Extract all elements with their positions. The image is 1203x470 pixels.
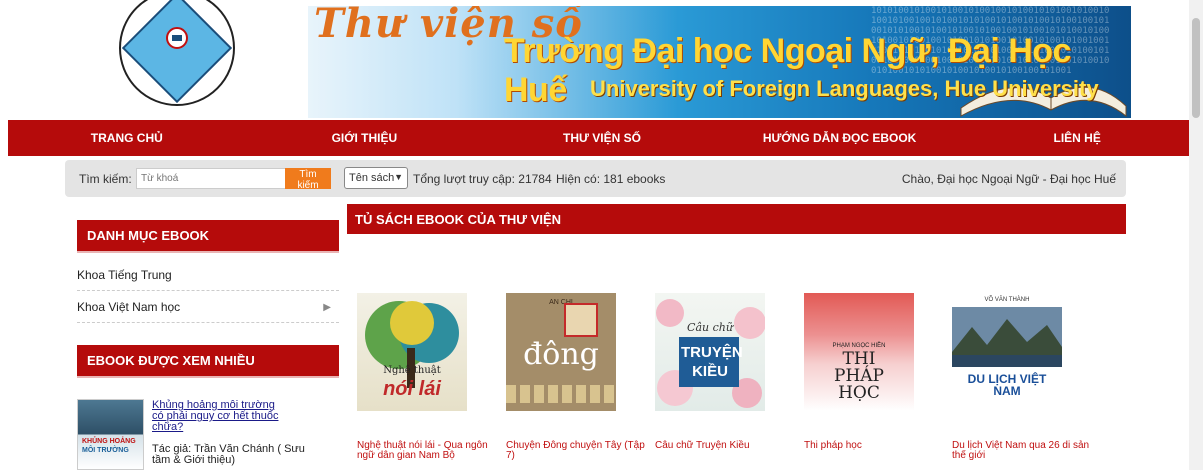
- category-item[interactable]: Khoa Việt Nam học ▶: [77, 292, 339, 323]
- cover-text: THI PHÁP HỌC: [834, 349, 884, 403]
- banner-graphic: 1010100101001010010100100101001010100101…: [308, 6, 1131, 118]
- book-title[interactable]: Câu chữ Truyện Kiều: [655, 441, 795, 451]
- book-card: Câu chữ TRUYỆN KIỀU Câu chữ Truyện Kiều: [655, 293, 795, 451]
- pattern-strip: [506, 385, 616, 403]
- search-type-value: Tên sách: [349, 172, 395, 184]
- search-button[interactable]: Tìm kiếm: [285, 168, 331, 191]
- category-label: Khoa Tiếng Trung: [77, 268, 172, 282]
- book-cover[interactable]: Câu chữ TRUYỆN KIỀU: [655, 293, 765, 411]
- book-card: PHẠM NGỌC HIỀN THI PHÁP HỌC Thi pháp học: [804, 293, 944, 451]
- scrollbar-thumb[interactable]: [1192, 18, 1200, 118]
- search-type-select[interactable]: Tên sách ▼: [344, 167, 408, 189]
- book-card: AN CHI đông Chuyện Đông chuyện Tây (Tập …: [506, 293, 646, 461]
- search-bar: Tìm kiếm: Tìm kiếm Tên sách ▼ Tổng lượt …: [65, 160, 1126, 197]
- main-nav: TRANG CHỦ GIỚI THIỆU THƯ VIỆN SỐ HƯỚNG D…: [8, 120, 1196, 156]
- nav-ebook-guide[interactable]: HƯỚNG DẪN ĐỌC EBOOK: [721, 120, 959, 156]
- book-card: Nghệ thuật nói lái Nghệ thuật nói lái - …: [357, 293, 497, 461]
- book-card: VÕ VĂN THÀNH DU LỊCH VIỆT NAM Du lịch Vi…: [952, 293, 1092, 461]
- book-cover[interactable]: Nghệ thuật nói lái: [357, 293, 467, 411]
- cover-text: AN CHI: [549, 299, 573, 306]
- book-cover[interactable]: VÕ VĂN THÀNH DU LỊCH VIỆT NAM: [952, 293, 1062, 411]
- book-cover[interactable]: AN CHI đông: [506, 293, 616, 411]
- library-heading: TỦ SÁCH EBOOK CỦA THƯ VIỆN: [347, 204, 1126, 234]
- cover-text: MÔI TRƯỜNG: [82, 447, 129, 454]
- user-greeting: Chào, Đại học Ngoại Ngữ - Đại học Huế: [901, 172, 1116, 186]
- banner-title-en: University of Foreign Languages, Hue Uni…: [590, 76, 1099, 101]
- nav-digital-library[interactable]: THƯ VIỆN SỐ: [483, 120, 721, 156]
- search-input[interactable]: [136, 168, 288, 189]
- popular-book-cover[interactable]: KHỦNG HOẢNG MÔI TRƯỜNG: [77, 399, 144, 470]
- cover-text: KHỦNG HOẢNG: [82, 438, 136, 445]
- book-title[interactable]: Chuyện Đông chuyện Tây (Tập 7): [506, 441, 646, 461]
- university-logo[interactable]: [117, 0, 237, 108]
- book-title[interactable]: Du lịch Việt Nam qua 26 di sản thế giới: [952, 441, 1092, 461]
- cover-text: TRUYỆN KIỀU: [681, 344, 743, 380]
- cover-text: Câu chữ: [687, 321, 733, 334]
- chevron-right-icon: ▶: [323, 301, 331, 313]
- site-banner: 1010100101001010010100100101001010100101…: [0, 0, 1203, 120]
- book-cover[interactable]: PHẠM NGỌC HIỀN THI PHÁP HỌC: [804, 293, 914, 411]
- popular-book-title[interactable]: Khủng hoảng môi trường có phải nguy cơ h…: [152, 400, 282, 433]
- popular-heading: EBOOK ĐƯỢC XEM NHIỀU: [77, 345, 339, 378]
- ebook-count: Hiện có: 181 ebooks: [556, 172, 666, 186]
- landscape-photo: [952, 307, 1062, 367]
- book-title[interactable]: Nghệ thuật nói lái - Qua ngôn ngữ dân gi…: [357, 441, 497, 461]
- category-label: Khoa Việt Nam học: [77, 300, 181, 314]
- page-scrollbar[interactable]: [1189, 0, 1203, 470]
- book-title[interactable]: Thi pháp học: [804, 441, 944, 451]
- chevron-down-icon: ▼: [394, 172, 403, 182]
- cover-text: VÕ VĂN THÀNH: [984, 297, 1030, 303]
- category-item[interactable]: Khoa Tiếng Trung: [77, 260, 339, 291]
- nav-contact[interactable]: LIÊN HỆ: [958, 120, 1196, 156]
- popular-book-author: Tác giả: Trần Văn Chánh ( Sưu tầm & Giới…: [152, 443, 305, 466]
- cover-text: đông: [523, 337, 599, 372]
- cover-text: DU LỊCH VIỆT NAM: [967, 372, 1047, 398]
- nav-home[interactable]: TRANG CHỦ: [8, 120, 246, 156]
- cover-text: Nghệ thuật: [383, 365, 441, 376]
- nav-about[interactable]: GIỚI THIỆU: [246, 120, 484, 156]
- seal-graphic: [564, 303, 598, 337]
- search-label: Tìm kiếm:: [79, 172, 132, 186]
- cover-text: nói lái: [383, 378, 441, 400]
- access-count: Tổng lượt truy cập: 21784: [413, 172, 552, 186]
- categories-heading: DANH MỤC EBOOK: [77, 220, 339, 253]
